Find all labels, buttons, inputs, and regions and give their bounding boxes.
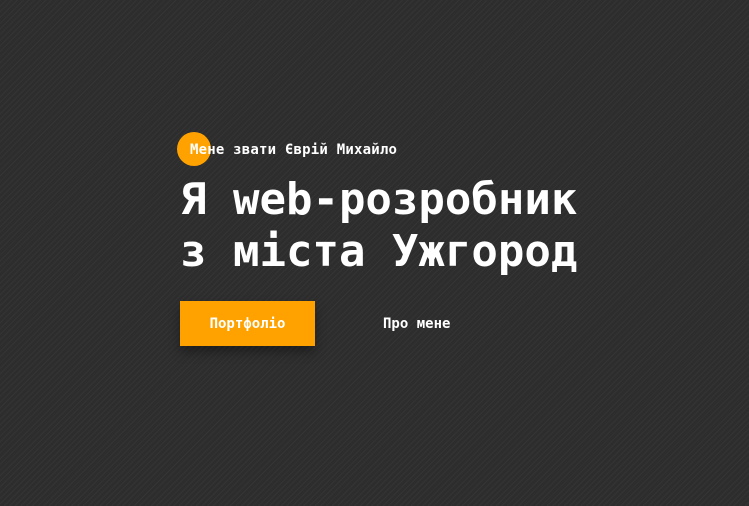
portfolio-button[interactable]: Портфоліо [180,301,315,346]
about-me-link[interactable]: Про мене [383,316,450,332]
hero-actions: Портфоліо Про мене [180,301,700,346]
hero-section: Мене звати Єврій Михайло Я web-розробник… [177,130,700,346]
intro-text: Мене звати Єврій Михайло [190,142,398,158]
headline: Я web-розробник з міста Ужгород [180,174,700,278]
headline-line-2: з міста Ужгород [180,226,578,277]
intro: Мене звати Єврій Михайло [177,130,700,166]
headline-line-1: Я web-розробник [180,174,578,225]
